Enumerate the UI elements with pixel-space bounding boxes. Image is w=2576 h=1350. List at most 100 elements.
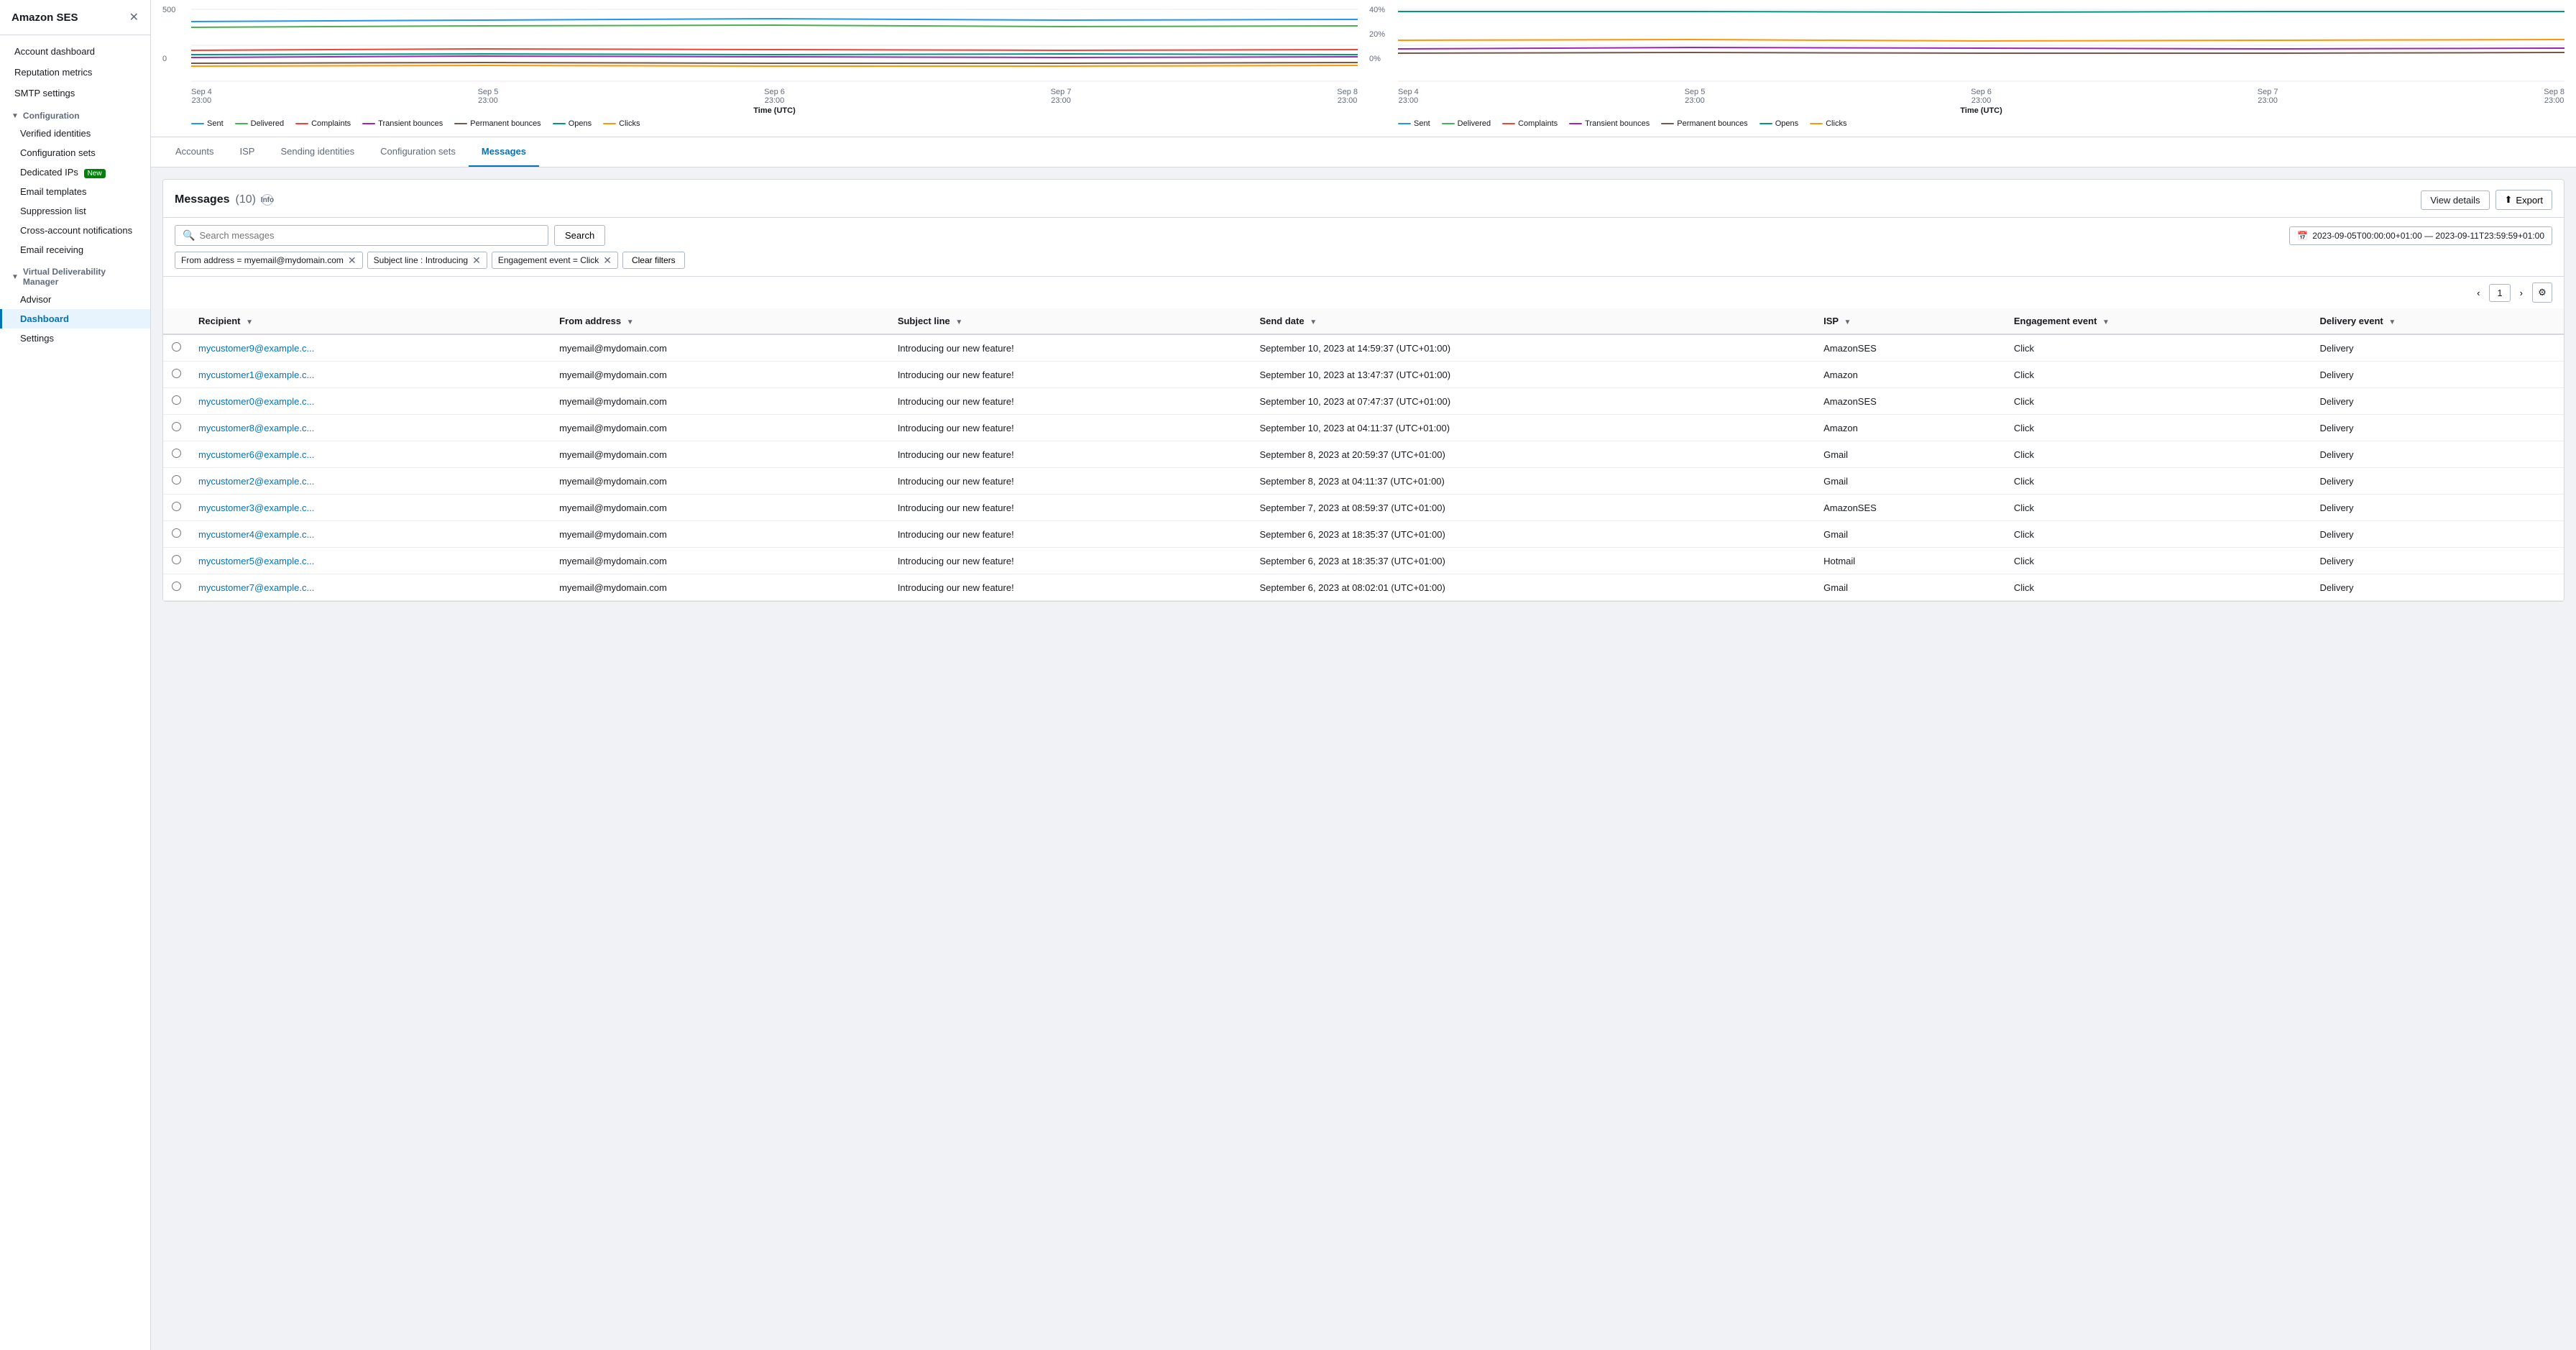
row-radio[interactable]: [172, 369, 181, 378]
col-header-recipient[interactable]: Recipient ▼: [190, 308, 551, 334]
col-header-isp[interactable]: ISP ▼: [1815, 308, 2005, 334]
recipient-link[interactable]: mycustomer2@example.c...: [198, 476, 314, 487]
row-radio[interactable]: [172, 449, 181, 458]
recipient-link[interactable]: mycustomer4@example.c...: [198, 529, 314, 540]
row-send-date: September 10, 2023 at 07:47:37 (UTC+01:0…: [1251, 388, 1815, 415]
sort-icon: ▼: [627, 318, 634, 326]
next-page-button[interactable]: ›: [2513, 284, 2529, 302]
search-input[interactable]: [199, 230, 540, 241]
tab-isp[interactable]: ISP: [226, 137, 267, 167]
view-details-button[interactable]: View details: [2421, 190, 2489, 210]
row-select-cell[interactable]: [163, 468, 190, 495]
row-recipient: mycustomer1@example.c...: [190, 362, 551, 388]
row-radio[interactable]: [172, 475, 181, 485]
recipient-link[interactable]: mycustomer1@example.c...: [198, 369, 314, 380]
recipient-link[interactable]: mycustomer7@example.c...: [198, 582, 314, 593]
messages-title-text: Messages: [175, 193, 230, 206]
row-recipient: mycustomer3@example.c...: [190, 495, 551, 521]
prev-page-button[interactable]: ‹: [2470, 284, 2486, 302]
filter-remove-subject-line[interactable]: ✕: [472, 255, 481, 265]
new-badge: New: [84, 169, 106, 178]
row-radio[interactable]: [172, 502, 181, 511]
left-chart-x-title: Time (UTC): [191, 106, 1358, 115]
sidebar-item-configuration-sets[interactable]: Configuration sets: [0, 143, 150, 162]
sidebar-item-smtp-settings[interactable]: SMTP settings: [0, 83, 150, 104]
pagination-row: ‹ 1 › ⚙: [163, 277, 2564, 308]
sidebar-item-email-templates[interactable]: Email templates: [0, 182, 150, 201]
tab-accounts[interactable]: Accounts: [162, 137, 226, 167]
row-select-cell[interactable]: [163, 574, 190, 601]
row-from-address: myemail@mydomain.com: [551, 388, 889, 415]
row-engagement-event: Click: [2005, 574, 2312, 601]
row-radio[interactable]: [172, 422, 181, 431]
row-delivery-event: Delivery: [2312, 362, 2564, 388]
sidebar-item-cross-account[interactable]: Cross-account notifications: [0, 221, 150, 240]
sidebar-item-reputation-metrics[interactable]: Reputation metrics: [0, 62, 150, 83]
messages-toolbar: 🔍 Search 📅 2023-09-05T00:00:00+01:00 — 2…: [163, 218, 2564, 277]
row-recipient: mycustomer0@example.c...: [190, 388, 551, 415]
table-settings-button[interactable]: ⚙: [2532, 283, 2552, 303]
right-chart-y-labels: 40% 20% 0%: [1369, 6, 1395, 63]
sidebar-item-email-receiving[interactable]: Email receiving: [0, 240, 150, 260]
row-select-cell[interactable]: [163, 548, 190, 574]
sidebar-section-vdm[interactable]: ▼ Virtual Deliverability Manager: [0, 260, 150, 290]
row-select-cell[interactable]: [163, 441, 190, 468]
sort-icon: ▼: [2102, 318, 2110, 326]
recipient-link[interactable]: mycustomer6@example.c...: [198, 449, 314, 460]
row-radio[interactable]: [172, 582, 181, 591]
clear-filters-button[interactable]: Clear filters: [622, 252, 685, 269]
sidebar-item-account-dashboard[interactable]: Account dashboard: [0, 41, 150, 62]
sort-icon: ▼: [246, 318, 253, 326]
row-send-date: September 7, 2023 at 08:59:37 (UTC+01:00…: [1251, 495, 1815, 521]
row-delivery-event: Delivery: [2312, 521, 2564, 548]
filter-remove-from-address[interactable]: ✕: [348, 255, 356, 265]
table-row: mycustomer5@example.c... myemail@mydomai…: [163, 548, 2564, 574]
row-select-cell[interactable]: [163, 334, 190, 362]
sidebar-item-dashboard[interactable]: Dashboard: [0, 309, 150, 329]
col-header-delivery-event[interactable]: Delivery event ▼: [2312, 308, 2564, 334]
filter-label: From address = myemail@mydomain.com: [181, 255, 344, 265]
tab-messages[interactable]: Messages: [469, 137, 539, 167]
row-select-cell[interactable]: [163, 521, 190, 548]
messages-card: Messages (10) Info View details ⬆ Export…: [162, 179, 2564, 602]
sidebar-section-configuration[interactable]: ▼ Configuration: [0, 104, 150, 124]
recipient-link[interactable]: mycustomer5@example.c...: [198, 556, 314, 566]
row-select-cell[interactable]: [163, 362, 190, 388]
recipient-link[interactable]: mycustomer3@example.c...: [198, 502, 314, 513]
date-range-picker[interactable]: 📅 2023-09-05T00:00:00+01:00 — 2023-09-11…: [2289, 226, 2552, 245]
tab-sending-identities[interactable]: Sending identities: [267, 137, 367, 167]
row-radio[interactable]: [172, 555, 181, 564]
row-delivery-event: Delivery: [2312, 334, 2564, 362]
col-header-from-address[interactable]: From address ▼: [551, 308, 889, 334]
export-button[interactable]: ⬆ Export: [2496, 190, 2552, 210]
left-chart-y-labels: 500 0: [162, 6, 188, 63]
filter-remove-engagement-event[interactable]: ✕: [603, 255, 612, 265]
sidebar-close-button[interactable]: ✕: [129, 10, 139, 24]
row-isp: AmazonSES: [1815, 495, 2005, 521]
row-radio[interactable]: [172, 342, 181, 352]
recipient-link[interactable]: mycustomer9@example.c...: [198, 343, 314, 354]
sidebar-item-dedicated-ips[interactable]: Dedicated IPs New: [0, 162, 150, 182]
row-select-cell[interactable]: [163, 415, 190, 441]
row-select-cell[interactable]: [163, 388, 190, 415]
search-button[interactable]: Search: [554, 225, 605, 246]
tab-configuration-sets[interactable]: Configuration sets: [367, 137, 469, 167]
row-radio[interactable]: [172, 528, 181, 538]
info-icon[interactable]: Info: [262, 194, 273, 206]
page-current: 1: [2489, 284, 2510, 302]
row-from-address: myemail@mydomain.com: [551, 334, 889, 362]
sidebar-item-verified-identities[interactable]: Verified identities: [0, 124, 150, 143]
recipient-link[interactable]: mycustomer0@example.c...: [198, 396, 314, 407]
recipient-link[interactable]: mycustomer8@example.c...: [198, 423, 314, 433]
row-subject-line: Introducing our new feature!: [889, 441, 1251, 468]
col-header-send-date[interactable]: Send date ▼: [1251, 308, 1815, 334]
row-select-cell[interactable]: [163, 495, 190, 521]
sidebar-item-suppression-list[interactable]: Suppression list: [0, 201, 150, 221]
row-delivery-event: Delivery: [2312, 415, 2564, 441]
row-radio[interactable]: [172, 395, 181, 405]
col-header-engagement-event[interactable]: Engagement event ▼: [2005, 308, 2312, 334]
sidebar-item-advisor[interactable]: Advisor: [0, 290, 150, 309]
row-engagement-event: Click: [2005, 388, 2312, 415]
col-header-subject-line[interactable]: Subject line ▼: [889, 308, 1251, 334]
sidebar-item-settings[interactable]: Settings: [0, 329, 150, 348]
